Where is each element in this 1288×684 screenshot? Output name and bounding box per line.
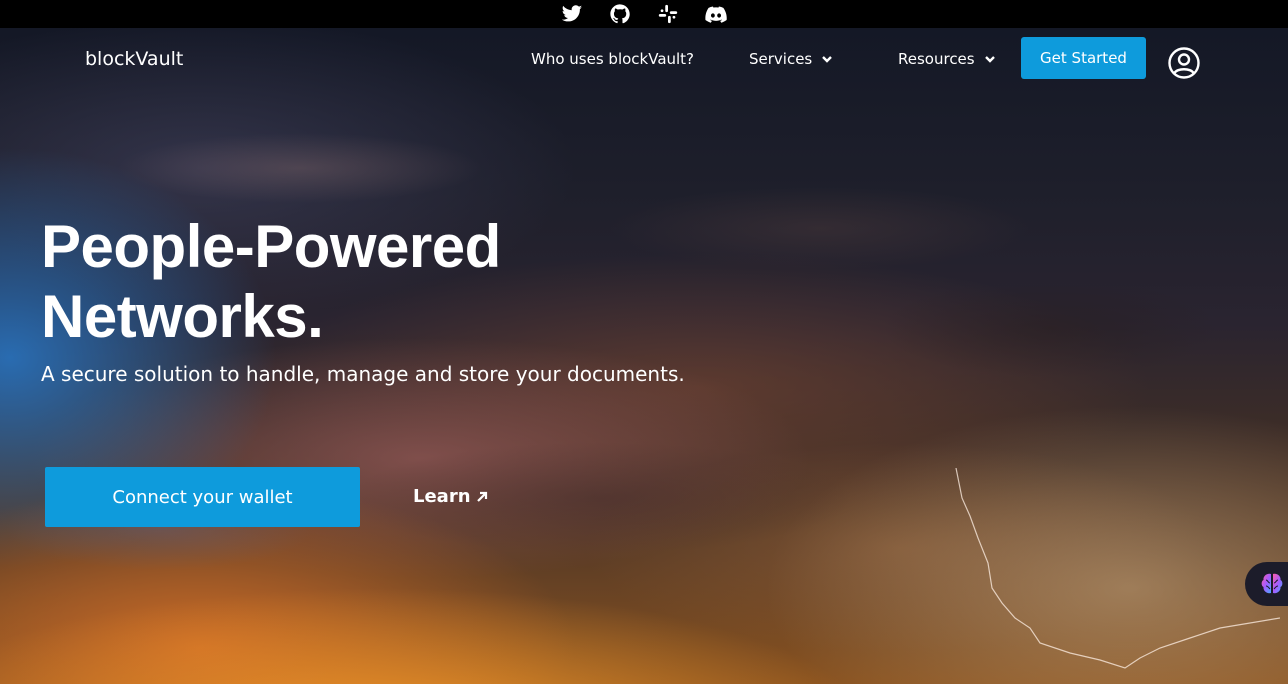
chevron-down-icon bbox=[820, 52, 834, 66]
lightning-bolt bbox=[955, 468, 1280, 669]
assistant-widget[interactable] bbox=[1245, 562, 1288, 606]
nav-who-uses-label: Who uses blockVault? bbox=[531, 50, 695, 68]
hero-background bbox=[0, 28, 1288, 684]
learn-link[interactable]: Learn bbox=[413, 486, 489, 507]
hero-headline-line1: People-Powered bbox=[41, 213, 501, 280]
nav-services-label: Services bbox=[749, 50, 813, 68]
social-bar bbox=[0, 0, 1288, 28]
nav-who-uses[interactable]: Who uses blockVault? bbox=[531, 50, 694, 68]
hero-headline-line2: Networks. bbox=[41, 283, 324, 350]
chevron-down-icon bbox=[983, 52, 997, 66]
twitter-icon[interactable] bbox=[559, 1, 585, 27]
main-navbar: blockVault Who uses blockVault? Services… bbox=[0, 28, 1288, 90]
get-started-button[interactable]: Get Started bbox=[1021, 37, 1146, 79]
nav-resources-label: Resources bbox=[898, 50, 975, 68]
slack-icon[interactable] bbox=[655, 1, 681, 27]
user-circle-icon[interactable] bbox=[1167, 46, 1201, 80]
nav-resources[interactable]: Resources bbox=[898, 50, 997, 68]
arrow-up-right-icon bbox=[476, 491, 487, 502]
github-icon[interactable] bbox=[607, 1, 633, 27]
connect-wallet-button[interactable]: Connect your wallet bbox=[45, 467, 360, 527]
hero-subline: A secure solution to handle, manage and … bbox=[41, 362, 685, 386]
hero-headline: People-Powered Networks. bbox=[41, 212, 661, 352]
discord-icon[interactable] bbox=[703, 1, 729, 27]
nav-services[interactable]: Services bbox=[749, 50, 834, 68]
learn-link-label: Learn bbox=[413, 486, 471, 507]
brain-icon bbox=[1261, 573, 1283, 594]
brand-logo[interactable]: blockVault bbox=[85, 48, 183, 70]
